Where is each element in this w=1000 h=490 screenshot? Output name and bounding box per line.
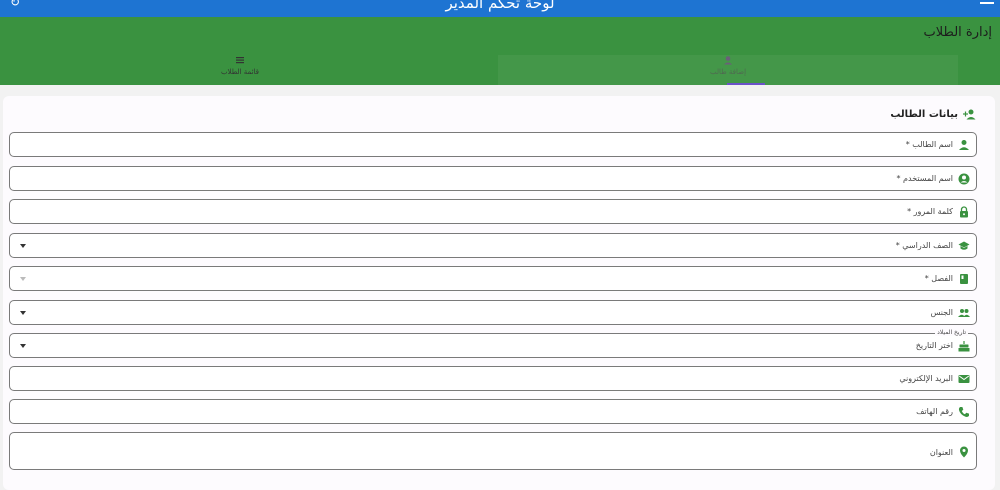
phone-field[interactable]: رقم الهاتف — [9, 399, 977, 424]
field-label: الجنس — [930, 308, 953, 317]
tab-student-list[interactable]: قائمة الطلاب — [10, 55, 470, 85]
field-label: الصف الدراسي * — [895, 241, 953, 250]
person-add-icon — [724, 56, 732, 65]
grade-dropdown[interactable]: الصف الدراسي * — [9, 233, 977, 258]
student-name-field[interactable]: اسم الطالب * — [9, 132, 977, 157]
page-header: إدارة الطلاب قائمة الطلاب إضافة طالب — [0, 17, 1000, 85]
class-dropdown[interactable]: الفصل * — [9, 266, 977, 291]
chevron-down-icon — [20, 277, 26, 281]
cake-icon — [958, 341, 970, 352]
username-field[interactable]: اسم المستخدم * — [9, 166, 977, 191]
phone-icon — [958, 407, 969, 418]
location-icon — [960, 446, 968, 458]
email-field[interactable]: البريد الإلكتروني — [9, 366, 977, 391]
chevron-down-icon[interactable] — [20, 311, 26, 315]
person-add-icon — [963, 109, 976, 120]
people-icon — [958, 309, 970, 317]
field-label: رقم الهاتف — [916, 407, 953, 416]
address-field[interactable]: العنوان — [9, 432, 977, 470]
chevron-down-icon[interactable] — [20, 344, 26, 348]
app-title: لوحة تحكم المدير — [445, 0, 555, 12]
chevron-down-icon[interactable] — [20, 244, 26, 248]
lock-icon — [960, 206, 968, 218]
tab-label: قائمة الطلاب — [220, 68, 260, 76]
floating-label: تاريخ الميلاد — [935, 329, 968, 336]
gender-dropdown[interactable]: الجنس — [9, 300, 977, 325]
list-icon — [236, 57, 244, 64]
person-icon — [959, 140, 969, 150]
tab-add-student[interactable]: إضافة طالب — [498, 55, 958, 85]
email-icon — [958, 375, 970, 383]
book-icon — [960, 274, 968, 284]
field-label: اسم الطالب * — [905, 140, 953, 149]
field-label: اختر التاريخ — [915, 341, 953, 350]
tab-indicator — [727, 83, 765, 85]
section-title: بيانات الطالب — [890, 109, 976, 120]
tab-label: إضافة طالب — [709, 68, 747, 76]
section-title-text: بيانات الطالب — [890, 109, 958, 120]
page-title: إدارة الطلاب — [923, 25, 992, 40]
field-label: الفصل * — [924, 274, 953, 283]
account-circle-icon — [958, 173, 970, 185]
field-label: اسم المستخدم * — [896, 174, 954, 183]
password-field[interactable]: كلمة المرور * — [9, 199, 977, 224]
birth-date-dropdown[interactable]: تاريخ الميلاد اختر التاريخ — [9, 329, 977, 358]
field-label: كلمة المرور * — [907, 207, 953, 216]
student-form-card: بيانات الطالب اسم الطالب * اسم المستخدم … — [3, 96, 995, 490]
app-bar: ↻ لوحة تحكم المدير — [0, 0, 1000, 17]
field-label: البريد الإلكتروني — [899, 374, 953, 383]
school-icon — [958, 241, 970, 250]
menu-icon[interactable] — [980, 0, 994, 6]
field-label: العنوان — [929, 448, 953, 457]
